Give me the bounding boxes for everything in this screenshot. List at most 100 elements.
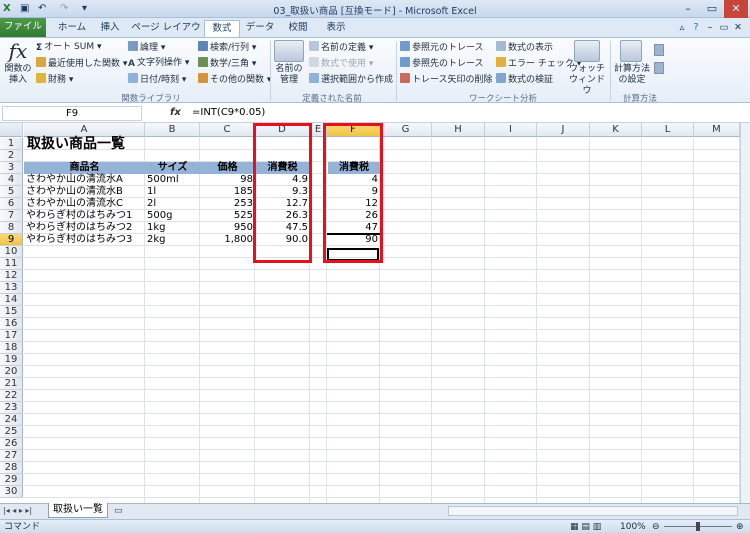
calculate-sheet-icon[interactable] [654, 62, 664, 74]
column-header-g[interactable]: G [380, 123, 432, 137]
cell-price[interactable]: 98 [200, 174, 255, 186]
column-header-b[interactable]: B [145, 123, 200, 137]
cell-name[interactable]: さわやか山の清流水C [24, 198, 145, 210]
logical-button[interactable]: 論理 ▾ [128, 41, 165, 54]
close-icon[interactable]: ✕ [724, 0, 748, 18]
cell-name[interactable]: やわらぎ村のはちみつ2 [24, 222, 145, 234]
remove-arrows-button[interactable]: トレース矢印の削除 ▾ [400, 73, 500, 86]
more-functions-button[interactable]: その他の関数 ▾ [198, 73, 271, 86]
math-button[interactable]: 数学/三角 ▾ [198, 57, 256, 70]
financial-button[interactable]: 財務 ▾ [36, 73, 73, 86]
cell-size[interactable]: 2kg [145, 234, 200, 246]
cell-price[interactable]: 525 [200, 210, 255, 222]
cell-name[interactable]: やわらぎ村のはちみつ1 [24, 210, 145, 222]
trace-dependents-button[interactable]: 参照先のトレース [400, 57, 484, 70]
column-header-h[interactable]: H [432, 123, 485, 137]
column-header-k[interactable]: K [590, 123, 642, 137]
column-header-a[interactable]: A [24, 123, 145, 137]
show-formulas-button[interactable]: 数式の表示 [496, 41, 553, 54]
calculation-options-icon[interactable] [620, 40, 642, 62]
cell-size[interactable]: 500g [145, 210, 200, 222]
row-header-4[interactable]: 4 [0, 174, 23, 186]
datetime-button[interactable]: 日付/時刻 ▾ [128, 73, 186, 86]
cell-price[interactable]: 950 [200, 222, 255, 234]
row-header-21[interactable]: 21 [0, 378, 23, 390]
row-header-20[interactable]: 20 [0, 366, 23, 378]
row-header-3[interactable]: 3 [0, 162, 23, 174]
row-header-18[interactable]: 18 [0, 342, 23, 354]
column-header-j[interactable]: J [537, 123, 590, 137]
use-in-formula-button[interactable]: 数式で使用 ▾ [309, 57, 373, 70]
select-all-corner[interactable] [0, 123, 23, 137]
workbook-minimize-icon[interactable]: – [704, 20, 716, 37]
create-from-selection-button[interactable]: 選択範囲から作成 [309, 73, 393, 86]
horizontal-scrollbar[interactable] [448, 506, 738, 516]
name-box[interactable]: F9 [2, 106, 142, 121]
header-product-name[interactable]: 商品名 [24, 162, 145, 174]
lookup-button[interactable]: 検索/行列 ▾ [198, 41, 256, 54]
tab-file[interactable]: ファイル [0, 18, 46, 37]
row-header-27[interactable]: 27 [0, 450, 23, 462]
tab-data[interactable]: データ [242, 20, 278, 37]
tab-home[interactable]: ホーム [52, 20, 92, 37]
row-header-12[interactable]: 12 [0, 270, 23, 282]
cell-name[interactable]: さわやか山の清流水B [24, 186, 145, 198]
row-header-16[interactable]: 16 [0, 318, 23, 330]
row-header-30[interactable]: 30 [0, 486, 23, 498]
row-header-8[interactable]: 8 [0, 222, 23, 234]
cell-name[interactable]: さわやか山の清流水A [24, 174, 145, 186]
workbook-close-icon[interactable]: ✕ [732, 20, 744, 37]
insert-function-button[interactable]: 関数の挿入 [2, 64, 34, 86]
header-price[interactable]: 価格 [200, 162, 255, 174]
minimize-ribbon-icon[interactable]: ▵ [676, 20, 688, 37]
row-header-25[interactable]: 25 [0, 426, 23, 438]
row-header-26[interactable]: 26 [0, 438, 23, 450]
row-header-7[interactable]: 7 [0, 210, 23, 222]
cell-price[interactable]: 253 [200, 198, 255, 210]
zoom-out-icon[interactable]: ⊖ [652, 521, 660, 533]
row-header-5[interactable]: 5 [0, 186, 23, 198]
insert-function-fx-icon[interactable]: fx [170, 106, 188, 121]
insert-sheet-icon[interactable]: ▭ [114, 505, 123, 517]
cell-size[interactable]: 1kg [145, 222, 200, 234]
tab-page-layout[interactable]: ページ レイアウト [130, 20, 202, 49]
restore-icon[interactable]: ▭ [700, 0, 724, 18]
row-header-28[interactable]: 28 [0, 462, 23, 474]
row-header-22[interactable]: 22 [0, 390, 23, 402]
cell-size[interactable]: 500ml [145, 174, 200, 186]
formula-input[interactable]: =INT(C9*0.05) [192, 106, 732, 121]
row-header-24[interactable]: 24 [0, 414, 23, 426]
text-functions-button[interactable]: A 文字列操作 ▾ [128, 57, 189, 69]
help-icon[interactable]: ? [690, 20, 702, 37]
row-header-10[interactable]: 10 [0, 246, 23, 258]
column-header-l[interactable]: L [642, 123, 694, 137]
autosum-button[interactable]: Σ オート SUM ▾ [36, 41, 101, 53]
column-header-i[interactable]: I [485, 123, 537, 137]
row-header-6[interactable]: 6 [0, 198, 23, 210]
row-header-11[interactable]: 11 [0, 258, 23, 270]
row-header-1[interactable]: 1 [0, 138, 23, 150]
row-header-14[interactable]: 14 [0, 294, 23, 306]
row-header-9[interactable]: 9 [0, 234, 23, 246]
worksheet-grid[interactable]: ABCDEFGHIJKLM 1 2 3 4 5 6 7 8 9 10 11 12 13 14 15 16 17 1… [0, 123, 740, 503]
header-size[interactable]: サイズ [145, 162, 200, 174]
cell-size[interactable]: 1l [145, 186, 200, 198]
name-manager-button[interactable]: 名前の管理 [272, 64, 306, 86]
tab-insert[interactable]: 挿入 [92, 20, 128, 37]
row-header-23[interactable]: 23 [0, 402, 23, 414]
name-manager-icon[interactable] [274, 40, 304, 62]
evaluate-formula-button[interactable]: 数式の検証 [496, 73, 553, 86]
watch-window-icon[interactable] [574, 40, 600, 62]
tab-review[interactable]: 校閲 [280, 20, 316, 37]
row-header-19[interactable]: 19 [0, 354, 23, 366]
sheet-title[interactable]: 取扱い商品一覧 [25, 136, 127, 152]
column-header-m[interactable]: M [694, 123, 740, 137]
tab-formulas[interactable]: 数式 [204, 20, 240, 37]
cell-price[interactable]: 1,800 [200, 234, 255, 246]
row-header-13[interactable]: 13 [0, 282, 23, 294]
zoom-in-icon[interactable]: ⊕ [736, 521, 744, 533]
row-header-29[interactable]: 29 [0, 474, 23, 486]
sheet-nav-icons[interactable]: |◂ ◂ ▸ ▸| [3, 505, 32, 517]
view-buttons[interactable]: ▦ ▤ ▥ [570, 521, 601, 533]
tab-view[interactable]: 表示 [318, 20, 354, 37]
